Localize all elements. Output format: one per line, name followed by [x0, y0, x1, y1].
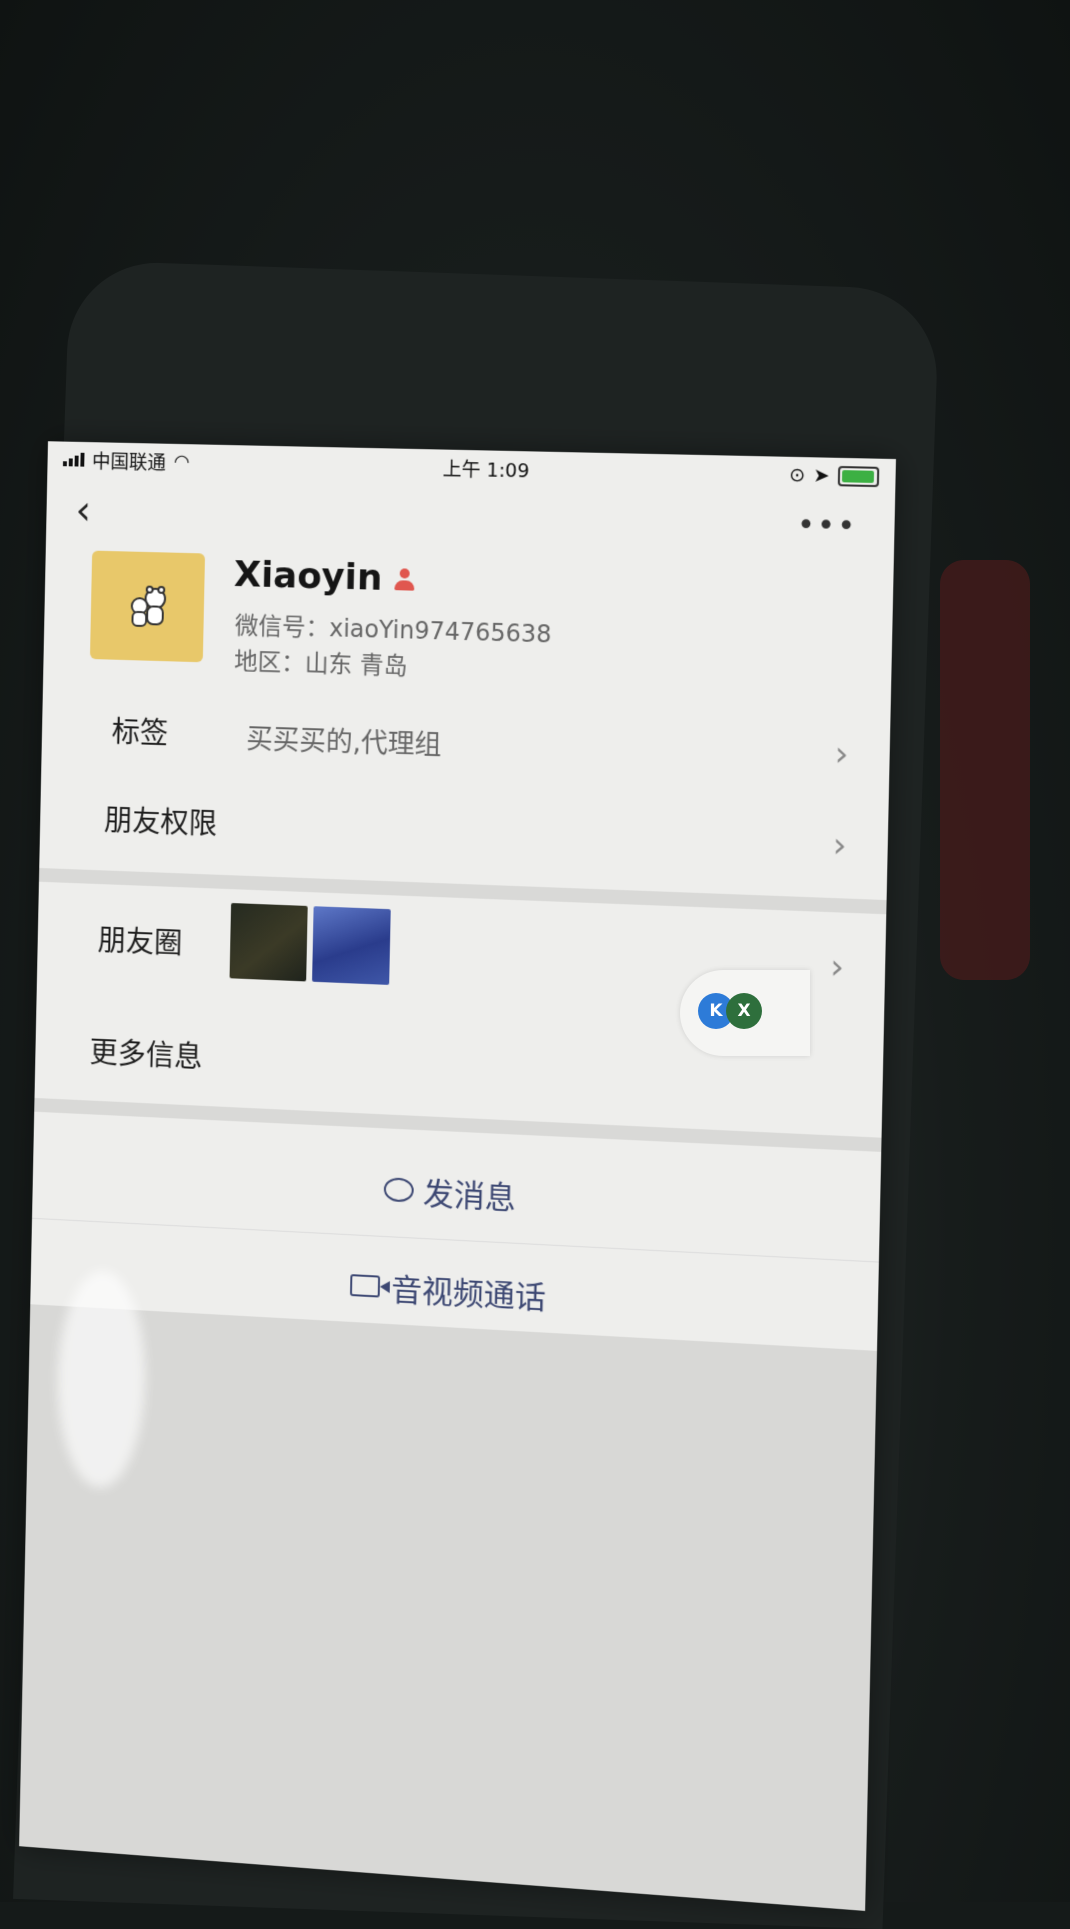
- background-object: [940, 560, 1030, 980]
- send-message-button[interactable]: 发消息: [33, 1149, 881, 1236]
- region: 地区：山东 青岛: [233, 647, 408, 681]
- chevron-right-icon: ›: [832, 824, 848, 867]
- person-icon: [392, 567, 416, 592]
- floating-app-badge[interactable]: K X: [680, 970, 810, 1056]
- avatar[interactable]: [89, 550, 206, 663]
- orientation-lock-icon: ⊙: [788, 463, 806, 487]
- row-tags-label: 标签: [111, 714, 169, 751]
- video-camera-icon: [349, 1273, 380, 1298]
- row-more-info-label: 更多信息: [89, 1035, 203, 1075]
- bear-sticker-icon: [118, 576, 178, 637]
- moments-photo: [312, 906, 391, 985]
- profile-header: Xiaoyin 微信号：xiaoYin974765638 地区：山东 青岛: [43, 549, 893, 703]
- row-friend-permissions-label: 朋友权限: [103, 803, 218, 842]
- moments-photo: [229, 902, 308, 982]
- ellipsis-icon[interactable]: •••: [796, 508, 857, 545]
- video-call-label: 音视频通话: [390, 1272, 547, 1317]
- row-tags-value: 买买买的,代理组: [245, 724, 442, 762]
- row-moments-label: 朋友圈: [97, 923, 183, 961]
- status-time: 上午 1:09: [442, 458, 530, 482]
- chevron-right-icon: ›: [834, 733, 849, 775]
- x-app-icon[interactable]: X: [726, 993, 762, 1029]
- send-message-label: 发消息: [422, 1176, 517, 1217]
- phone-screen: 中国联通 ◠ 上午 1:09 ⊙ ➤ ‹ ••• Xiaoyin 微信号：xia…: [19, 441, 896, 1911]
- wifi-icon: ◠: [173, 450, 191, 473]
- empty-area: [19, 1304, 878, 1911]
- contact-name: Xiaoyin: [233, 554, 383, 599]
- chat-bubble-icon: [383, 1176, 414, 1203]
- signal-bars-icon: [62, 452, 85, 467]
- battery-charging-icon: [837, 465, 880, 488]
- chevron-left-icon[interactable]: ‹: [75, 488, 91, 534]
- location-arrow-icon: ➤: [813, 464, 830, 488]
- carrier-label: 中国联通: [91, 450, 167, 474]
- chevron-right-icon: ›: [829, 946, 845, 988]
